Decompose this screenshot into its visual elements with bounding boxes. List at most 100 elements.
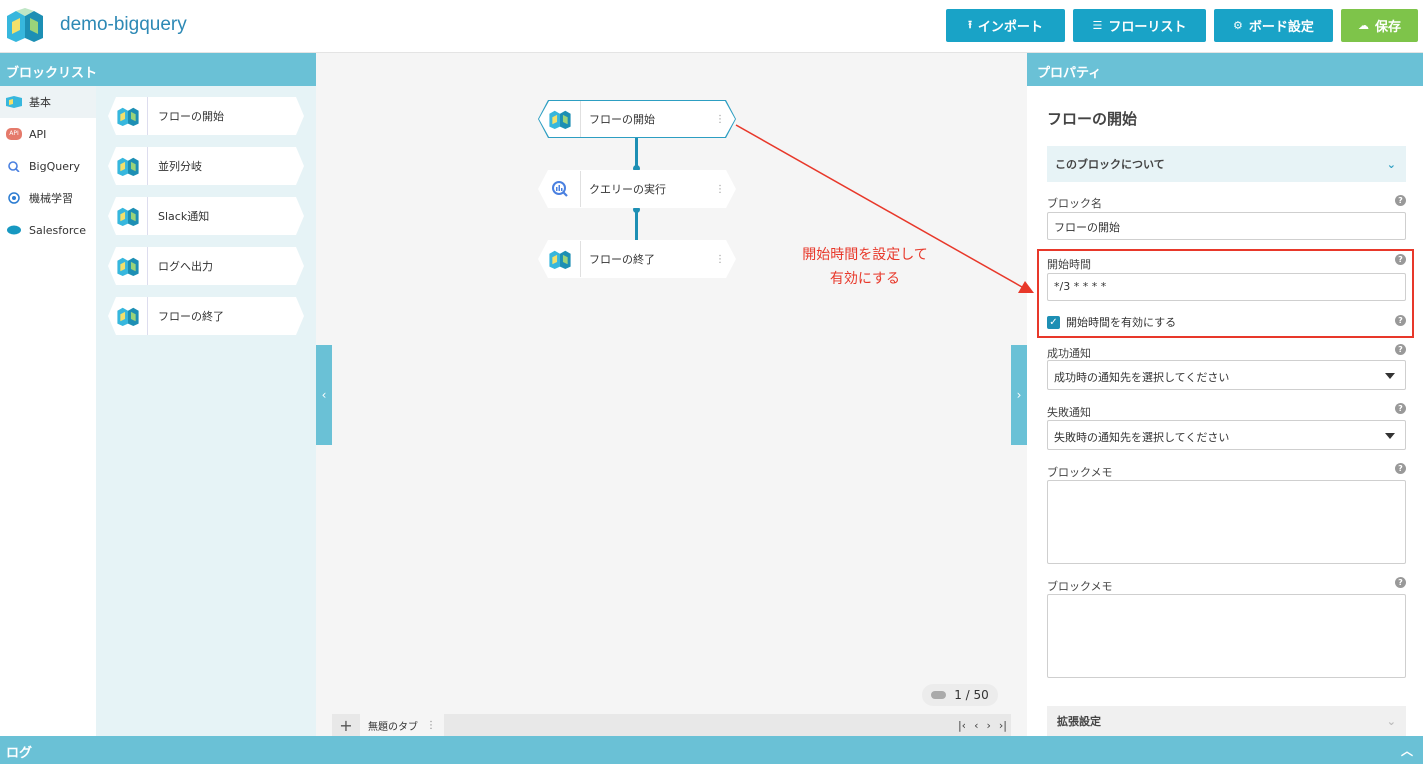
log-title: ログ bbox=[6, 746, 33, 761]
block-palette: フローの開始 並列分岐 Slack通知 ログへ出力 フローの終了 bbox=[96, 86, 316, 736]
extended-settings-section[interactable]: 拡張設定 ⌄ bbox=[1047, 706, 1406, 736]
flow-connector bbox=[635, 207, 638, 242]
palette-block-label: 並列分岐 bbox=[158, 160, 202, 173]
chevron-down-icon: ⌄ bbox=[1386, 157, 1396, 171]
flow-list-button[interactable]: ☰ フローリスト bbox=[1073, 9, 1206, 42]
save-button[interactable]: ☁ 保存 bbox=[1341, 9, 1418, 42]
category-label: 機械学習 bbox=[29, 192, 73, 205]
add-tab-button[interactable]: + bbox=[332, 714, 360, 736]
node-label: フローの終了 bbox=[589, 253, 655, 266]
tab-label: 無題のタブ bbox=[368, 721, 418, 733]
help-icon[interactable]: ? bbox=[1395, 463, 1406, 474]
flow-icon bbox=[6, 96, 22, 108]
block-title: フローの開始 bbox=[1047, 110, 1138, 128]
properties-header: プロパティ bbox=[1027, 53, 1423, 86]
palette-block-log-output[interactable]: ログへ出力 bbox=[108, 247, 304, 285]
annotation-line: 有効にする bbox=[829, 271, 901, 287]
chevron-up-icon[interactable]: ︿ bbox=[1401, 742, 1413, 759]
app-logo-icon bbox=[7, 8, 43, 42]
first-tab-icon[interactable]: |‹ bbox=[958, 719, 966, 732]
canvas-node-flow-end[interactable]: フローの終了 ⋮ bbox=[538, 240, 736, 278]
app-title: demo-bigquery bbox=[60, 14, 187, 35]
failure-notification-select[interactable]: 失敗時の通知先を選択してください bbox=[1047, 420, 1406, 450]
failure-notification-label: 失敗通知 bbox=[1047, 406, 1091, 419]
category-label: 基本 bbox=[29, 96, 51, 109]
help-icon[interactable]: ? bbox=[1395, 403, 1406, 414]
page-indicator: 1 / 50 bbox=[922, 684, 998, 706]
bigquery-icon bbox=[8, 161, 20, 172]
category-bigquery[interactable]: BigQuery bbox=[0, 150, 96, 182]
properties-panel: フローの開始 このブロックについて ⌄ ブロック名 ? フローの開始 開始時間 … bbox=[1027, 86, 1423, 736]
category-label: API bbox=[29, 127, 47, 141]
last-tab-icon[interactable]: ›| bbox=[999, 719, 1007, 732]
help-icon[interactable]: ? bbox=[1395, 344, 1406, 355]
flow-icon bbox=[108, 197, 148, 235]
palette-block-parallel[interactable]: 並列分岐 bbox=[108, 147, 304, 185]
tab-untitled[interactable]: 無題のタブ ⋮ bbox=[360, 714, 444, 736]
palette-block-label: Slack通知 bbox=[158, 210, 210, 223]
category-label: Salesforce bbox=[29, 223, 86, 237]
block-memo-label: ブロックメモ bbox=[1047, 580, 1113, 593]
node-label: クエリーの実行 bbox=[589, 183, 666, 196]
block-name-label: ブロック名 bbox=[1047, 197, 1102, 210]
palette-block-label: フローの終了 bbox=[158, 310, 224, 323]
block-list-header: ブロックリスト bbox=[0, 53, 316, 86]
gear-icon: ⚙ bbox=[1233, 19, 1243, 32]
collapse-right-panel-button[interactable]: › bbox=[1011, 345, 1027, 445]
palette-block-label: ログへ出力 bbox=[158, 260, 213, 273]
category-salesforce[interactable]: Salesforce bbox=[0, 214, 96, 246]
machine-learning-icon bbox=[8, 192, 20, 204]
caret-down-icon bbox=[1385, 433, 1395, 439]
cloud-upload-icon: ☁ bbox=[1357, 19, 1369, 32]
category-api[interactable]: API API bbox=[0, 118, 96, 150]
board-settings-button[interactable]: ⚙ ボード設定 bbox=[1214, 9, 1333, 42]
success-notification-select[interactable]: 成功時の通知先を選択してください bbox=[1047, 360, 1406, 390]
flow-icon bbox=[539, 241, 581, 277]
category-basic[interactable]: 基本 bbox=[0, 86, 96, 118]
chevron-right-icon: › bbox=[1016, 388, 1022, 402]
more-vertical-icon[interactable]: ⋮ bbox=[715, 184, 735, 195]
canvas-node-flow-start[interactable]: フローの開始 ⋮ bbox=[538, 100, 736, 138]
help-icon[interactable]: ? bbox=[1395, 195, 1406, 206]
upload-icon: ⭱ bbox=[968, 18, 972, 31]
success-notification-label: 成功通知 bbox=[1047, 347, 1091, 360]
palette-block-flow-end[interactable]: フローの終了 bbox=[108, 297, 304, 335]
block-memo-textarea[interactable] bbox=[1047, 480, 1406, 564]
about-block-label: このブロックについて bbox=[1055, 158, 1165, 171]
flow-icon bbox=[108, 247, 148, 285]
annotation-text: 開始時間を設定して 有効にする bbox=[780, 243, 950, 291]
category-label: BigQuery bbox=[29, 159, 81, 173]
more-vertical-icon[interactable]: ⋮ bbox=[426, 720, 436, 731]
annotation-highlight-box bbox=[1037, 249, 1414, 338]
flow-icon bbox=[108, 97, 148, 135]
log-panel-header[interactable]: ログ ︿ bbox=[0, 736, 1423, 764]
select-value: 失敗時の通知先を選択してください bbox=[1054, 431, 1230, 444]
annotation-line: 開始時間を設定して bbox=[802, 247, 928, 263]
about-block-section[interactable]: このブロックについて ⌄ bbox=[1047, 146, 1406, 182]
canvas-node-query[interactable]: クエリーの実行 ⋮ bbox=[538, 170, 736, 208]
palette-block-slack[interactable]: Slack通知 bbox=[108, 197, 304, 235]
flow-canvas[interactable] bbox=[316, 53, 1027, 736]
bigquery-icon bbox=[539, 171, 581, 207]
block-count-icon bbox=[931, 691, 947, 699]
select-value: 成功時の通知先を選択してください bbox=[1054, 371, 1230, 384]
chevron-left-icon: ‹ bbox=[321, 388, 327, 402]
help-icon[interactable]: ? bbox=[1395, 577, 1406, 588]
app-header: demo-bigquery ⭱ インポート ☰ フローリスト ⚙ ボード設定 ☁… bbox=[0, 0, 1423, 53]
import-button[interactable]: ⭱ インポート bbox=[946, 9, 1065, 42]
chevron-down-icon: ⌄ bbox=[1386, 714, 1396, 728]
next-tab-icon[interactable]: › bbox=[986, 719, 990, 732]
prev-tab-icon[interactable]: ‹ bbox=[974, 719, 978, 732]
block-memo-textarea-2[interactable] bbox=[1047, 594, 1406, 678]
category-list: 基本 API API BigQuery 機械学習 Salesforce bbox=[0, 86, 96, 736]
more-vertical-icon[interactable]: ⋮ bbox=[715, 254, 735, 265]
block-name-input[interactable]: フローの開始 bbox=[1047, 212, 1406, 240]
more-vertical-icon[interactable]: ⋮ bbox=[715, 114, 735, 125]
category-machine-learning[interactable]: 機械学習 bbox=[0, 182, 96, 214]
collapse-left-panel-button[interactable]: ‹ bbox=[316, 345, 332, 445]
extended-settings-label: 拡張設定 bbox=[1057, 715, 1101, 728]
palette-block-label: フローの開始 bbox=[158, 110, 224, 123]
block-memo-label: ブロックメモ bbox=[1047, 466, 1113, 479]
palette-block-flow-start[interactable]: フローの開始 bbox=[108, 97, 304, 135]
tab-navigation: |‹ ‹ › ›| bbox=[958, 714, 1007, 736]
